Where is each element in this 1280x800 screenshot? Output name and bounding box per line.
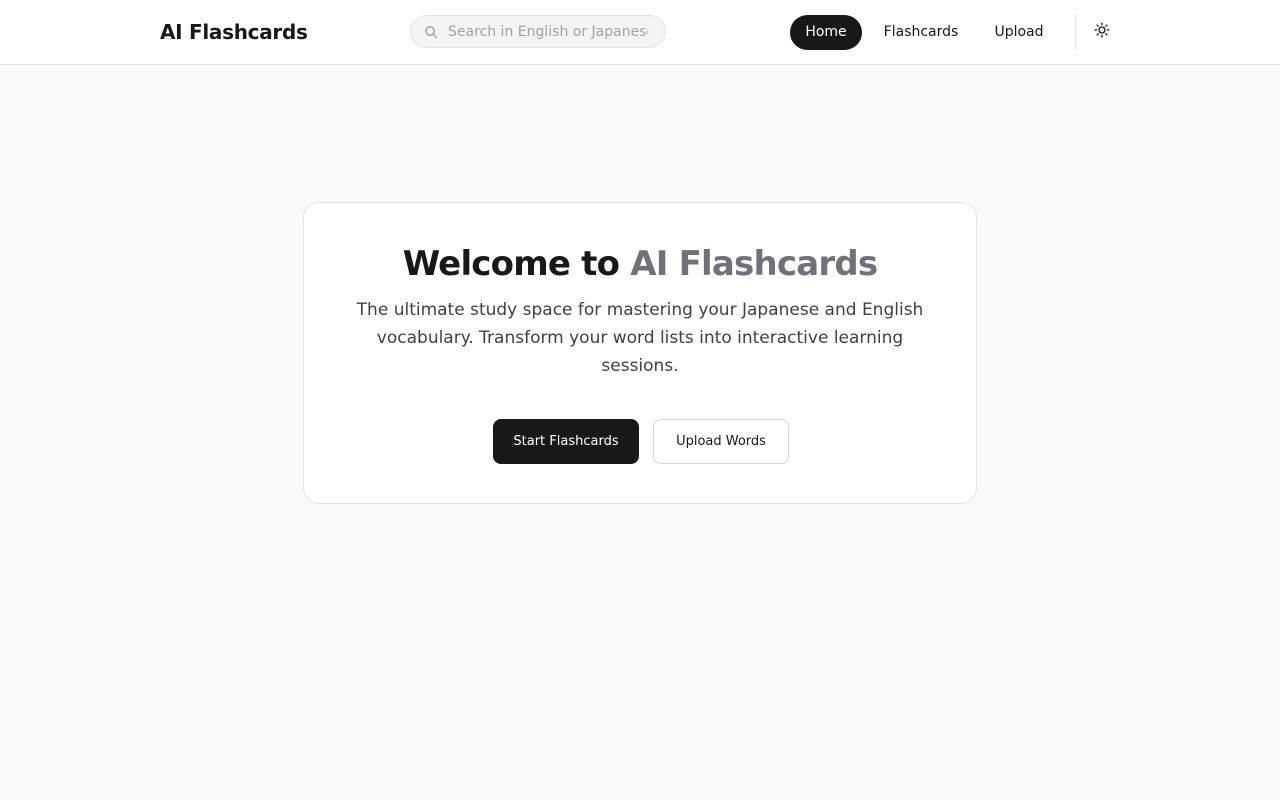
search-box[interactable] — [410, 15, 666, 48]
nav-home-link[interactable]: Home — [790, 15, 862, 50]
nav-flashcards-link[interactable]: Flashcards — [876, 15, 966, 50]
title-accent: AI Flashcards — [630, 244, 878, 284]
page-title: Welcome to AI Flashcards — [304, 241, 976, 287]
search-input[interactable] — [448, 23, 648, 40]
sun-icon — [1094, 22, 1110, 42]
upload-words-button[interactable]: Upload Words — [653, 419, 789, 464]
title-prefix: Welcome to — [402, 244, 620, 284]
welcome-subtitle: The ultimate study space for mastering y… — [356, 300, 924, 376]
header-divider — [1075, 14, 1076, 50]
start-flashcards-button[interactable]: Start Flashcards — [493, 419, 639, 464]
search-icon — [424, 25, 438, 39]
top-navigation-bar: AI Flashcards Home Flashcards Upload — [0, 0, 1280, 65]
theme-toggle-button[interactable] — [1088, 18, 1116, 46]
welcome-card: Welcome to AI Flashcards The ultimate st… — [303, 202, 977, 504]
app-logo[interactable]: AI Flashcards — [160, 18, 308, 46]
nav-upload-link[interactable]: Upload — [982, 15, 1056, 50]
